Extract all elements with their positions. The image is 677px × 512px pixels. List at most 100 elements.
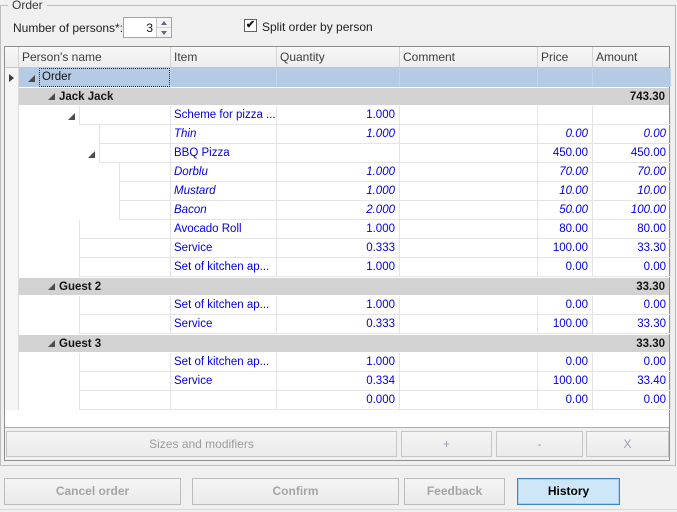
item-cell[interactable]: Set of kitchen ap... bbox=[171, 296, 277, 315]
item-cell[interactable]: Bacon bbox=[171, 201, 277, 220]
quantity-cell[interactable]: 1.000 bbox=[277, 125, 400, 144]
feedback-button[interactable]: Feedback bbox=[404, 478, 505, 505]
amount-cell[interactable]: 80.00 bbox=[593, 220, 671, 239]
comment-cell[interactable] bbox=[400, 220, 538, 239]
quantity-cell[interactable]: 2.000 bbox=[277, 201, 400, 220]
quantity-cell[interactable] bbox=[277, 68, 400, 87]
expand-icon[interactable] bbox=[28, 75, 35, 82]
person-name-cell[interactable] bbox=[19, 201, 171, 220]
amount-cell[interactable]: 33.30 bbox=[593, 315, 671, 334]
price-cell[interactable]: 100.00 bbox=[538, 239, 593, 258]
table-row[interactable]: Jack Jack743.30 bbox=[5, 87, 669, 106]
comment-cell[interactable] bbox=[400, 144, 538, 163]
amount-cell[interactable]: 0.00 bbox=[593, 125, 671, 144]
item-cell[interactable]: Service bbox=[171, 239, 277, 258]
table-row[interactable]: Service0.334100.0033.40 bbox=[5, 372, 669, 391]
quantity-cell[interactable]: 1.000 bbox=[277, 106, 400, 125]
item-cell[interactable]: Mustard bbox=[171, 182, 277, 201]
expand-icon[interactable] bbox=[68, 113, 75, 120]
column-header-comment[interactable]: Comment bbox=[400, 47, 538, 67]
group-row-band[interactable]: Guest 333.30 bbox=[19, 335, 669, 352]
comment-cell[interactable] bbox=[400, 125, 538, 144]
column-header-item[interactable]: Item bbox=[171, 47, 277, 67]
split-order-checkbox[interactable]: ✔ bbox=[244, 19, 257, 32]
person-name-cell[interactable] bbox=[19, 163, 171, 182]
price-cell[interactable]: 100.00 bbox=[538, 372, 593, 391]
item-cell[interactable]: Set of kitchen ap... bbox=[171, 258, 277, 277]
column-header-quantity[interactable]: Quantity bbox=[277, 47, 400, 67]
quantity-cell[interactable]: 1.000 bbox=[277, 220, 400, 239]
price-cell[interactable]: 0.00 bbox=[538, 296, 593, 315]
person-name-cell[interactable] bbox=[19, 315, 171, 334]
cancel-order-button[interactable]: Cancel order bbox=[4, 478, 181, 505]
price-cell[interactable] bbox=[538, 68, 593, 87]
price-cell[interactable]: 450.00 bbox=[538, 144, 593, 163]
comment-cell[interactable] bbox=[400, 106, 538, 125]
amount-cell[interactable]: 100.00 bbox=[593, 201, 671, 220]
table-row[interactable]: Avocado Roll1.00080.0080.00 bbox=[5, 220, 669, 239]
item-cell[interactable]: Thin bbox=[171, 125, 277, 144]
person-name-cell[interactable] bbox=[19, 106, 171, 125]
table-row[interactable]: BBQ Pizza 450.00450.00 bbox=[5, 144, 669, 163]
amount-cell[interactable]: 0.00 bbox=[593, 296, 671, 315]
amount-cell[interactable] bbox=[593, 106, 671, 125]
number-of-persons-spinner[interactable]: 3 bbox=[123, 17, 172, 38]
table-row[interactable]: 0.0000.000.00 bbox=[5, 391, 669, 410]
price-cell[interactable]: 100.00 bbox=[538, 315, 593, 334]
comment-cell[interactable] bbox=[400, 182, 538, 201]
expand-icon[interactable] bbox=[48, 93, 55, 100]
person-name-cell[interactable] bbox=[19, 182, 171, 201]
item-cell[interactable]: Avocado Roll bbox=[171, 220, 277, 239]
amount-cell[interactable]: 0.00 bbox=[593, 353, 671, 372]
quantity-cell[interactable]: 1.000 bbox=[277, 296, 400, 315]
item-cell[interactable]: Service bbox=[171, 372, 277, 391]
expand-icon[interactable] bbox=[48, 283, 55, 290]
item-cell[interactable]: Scheme for pizza ... bbox=[171, 106, 277, 125]
person-name-cell[interactable] bbox=[19, 239, 171, 258]
quantity-cell[interactable]: 1.000 bbox=[277, 258, 400, 277]
price-cell[interactable]: 0.00 bbox=[538, 258, 593, 277]
item-cell[interactable]: BBQ Pizza bbox=[171, 144, 277, 163]
person-name-cell[interactable] bbox=[19, 125, 171, 144]
price-cell[interactable]: 0.00 bbox=[538, 391, 593, 410]
quantity-cell[interactable]: 1.000 bbox=[277, 163, 400, 182]
table-row[interactable]: Thin1.000 0.000.00 bbox=[5, 125, 669, 144]
add-row-button[interactable]: + bbox=[401, 431, 492, 457]
quantity-cell[interactable]: 0.333 bbox=[277, 315, 400, 334]
spin-up-button[interactable] bbox=[157, 18, 171, 27]
quantity-cell[interactable]: 0.334 bbox=[277, 372, 400, 391]
table-row[interactable]: Bacon2.000 50.00100.00 bbox=[5, 201, 669, 220]
comment-cell[interactable] bbox=[400, 68, 538, 87]
amount-cell[interactable]: 70.00 bbox=[593, 163, 671, 182]
group-row-band[interactable]: Guest 233.30 bbox=[19, 278, 669, 295]
item-cell[interactable]: Service bbox=[171, 315, 277, 334]
confirm-button[interactable]: Confirm bbox=[192, 478, 399, 505]
column-header-price[interactable]: Price bbox=[538, 47, 593, 67]
comment-cell[interactable] bbox=[400, 201, 538, 220]
price-cell[interactable]: 0.00 bbox=[538, 125, 593, 144]
table-row[interactable]: Set of kitchen ap...1.0000.000.00 bbox=[5, 353, 669, 372]
number-of-persons-value[interactable]: 3 bbox=[124, 18, 156, 37]
delete-button[interactable]: X bbox=[586, 431, 669, 457]
amount-cell[interactable]: 450.00 bbox=[593, 144, 671, 163]
comment-cell[interactable] bbox=[400, 372, 538, 391]
item-cell[interactable] bbox=[171, 391, 277, 410]
table-row[interactable]: Order bbox=[5, 68, 669, 87]
table-row[interactable]: Scheme for pizza ...1.000 bbox=[5, 106, 669, 125]
person-name-cell[interactable] bbox=[19, 296, 171, 315]
amount-cell[interactable]: 10.00 bbox=[593, 182, 671, 201]
comment-cell[interactable] bbox=[400, 353, 538, 372]
item-cell[interactable]: Dorblu bbox=[171, 163, 277, 182]
table-row[interactable]: Set of kitchen ap...1.000 0.000.00 bbox=[5, 258, 669, 277]
expand-icon[interactable] bbox=[88, 151, 95, 158]
price-cell[interactable]: 0.00 bbox=[538, 353, 593, 372]
table-row[interactable]: Service0.333 100.0033.30 bbox=[5, 315, 669, 334]
item-cell[interactable] bbox=[171, 68, 277, 87]
sizes-and-modifiers-button[interactable]: Sizes and modifiers bbox=[6, 431, 397, 457]
comment-cell[interactable] bbox=[400, 239, 538, 258]
amount-cell[interactable]: 0.00 bbox=[593, 258, 671, 277]
price-cell[interactable]: 50.00 bbox=[538, 201, 593, 220]
table-row[interactable]: Dorblu1.00070.0070.00 bbox=[5, 163, 669, 182]
person-name-cell[interactable] bbox=[19, 220, 171, 239]
item-cell[interactable]: Set of kitchen ap... bbox=[171, 353, 277, 372]
